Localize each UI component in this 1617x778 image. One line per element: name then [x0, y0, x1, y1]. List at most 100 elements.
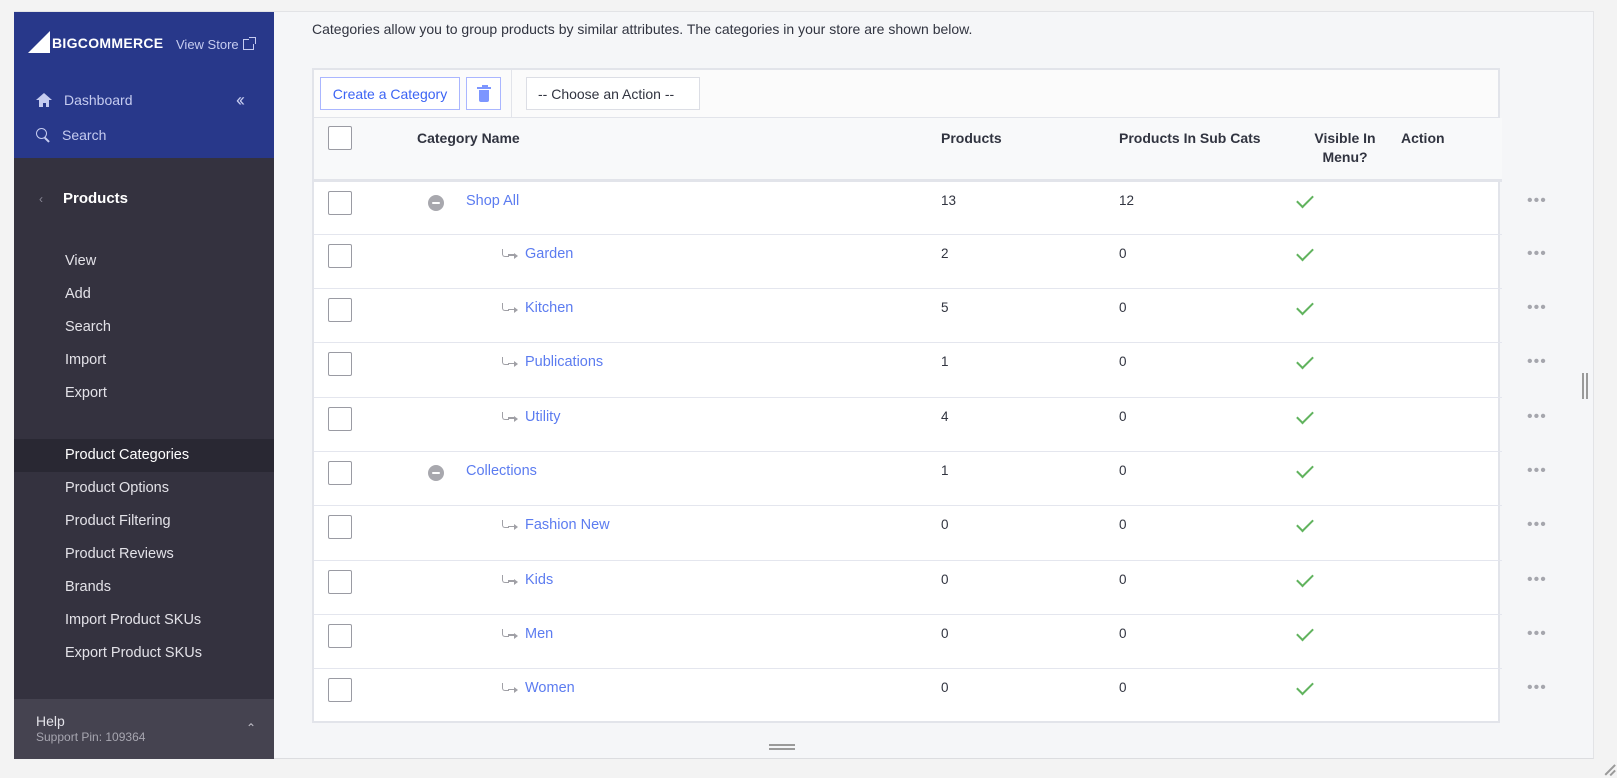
products-count: 0: [941, 517, 949, 533]
visible-check-icon[interactable]: [1296, 677, 1314, 696]
resize-grip-icon[interactable]: [1601, 762, 1615, 776]
toolbar-divider: [511, 70, 512, 118]
view-store-link[interactable]: View Store: [176, 37, 256, 52]
submenu-item-product-filtering[interactable]: Product Filtering: [14, 505, 274, 538]
table-row: Garden 2 0 •••: [314, 234, 1546, 289]
choose-action-select[interactable]: -- Choose an Action --: [526, 77, 700, 110]
visible-check-icon[interactable]: [1296, 190, 1314, 208]
categories-panel: Create a Category -- Choose an Action --: [312, 68, 1546, 723]
submenu-item-export-skus[interactable]: Export Product SKUs: [14, 637, 274, 670]
collapse-sidebar-icon[interactable]: ‹‹: [236, 90, 245, 111]
submenu-item-product-reviews[interactable]: Product Reviews: [14, 538, 274, 571]
submenu-item-brands[interactable]: Brands: [14, 571, 274, 604]
external-link-icon: [242, 37, 256, 50]
visible-check-icon[interactable]: [1296, 297, 1314, 316]
col-header-category-name[interactable]: Category Name: [417, 118, 941, 180]
subcategory-arrow-icon: [501, 517, 518, 531]
sub-cats-count: 12: [1119, 192, 1135, 208]
row-checkbox[interactable]: [328, 678, 352, 703]
trash-icon: [477, 85, 491, 102]
products-count: 0: [941, 680, 949, 696]
delete-button[interactable]: [466, 77, 501, 110]
category-name-link[interactable]: Publications: [525, 354, 603, 370]
table-row: Collections 1 0 •••: [314, 451, 1546, 506]
category-name-link[interactable]: Utility: [525, 409, 560, 425]
home-icon: [36, 93, 52, 107]
row-checkbox[interactable]: [328, 460, 352, 485]
col-header-products[interactable]: Products: [941, 118, 1119, 180]
row-checkbox[interactable]: [328, 569, 352, 594]
sub-cats-count: 0: [1119, 517, 1127, 533]
category-name-link[interactable]: Kitchen: [525, 300, 573, 316]
visible-check-icon[interactable]: [1296, 352, 1314, 370]
search-icon: [36, 128, 50, 142]
select-all-checkbox[interactable]: [328, 126, 352, 150]
table-row: Kitchen 5 0 •••: [314, 289, 1546, 343]
visible-check-icon[interactable]: [1296, 569, 1314, 587]
visible-check-icon[interactable]: [1296, 460, 1314, 479]
support-pin: Support Pin: 109364: [36, 730, 146, 744]
main-content: Categories allow you to group products b…: [274, 12, 1593, 758]
col-header-action: Action: [1401, 130, 1445, 146]
category-name-link[interactable]: Fashion New: [525, 517, 610, 533]
sub-cats-count: 0: [1119, 300, 1127, 316]
category-name-link[interactable]: Women: [525, 680, 575, 696]
products-count: 1: [941, 354, 949, 370]
sub-cats-count: 0: [1119, 625, 1127, 641]
submenu-item-add[interactable]: Add: [14, 278, 274, 311]
visible-check-icon[interactable]: [1296, 514, 1314, 533]
products-count: 5: [941, 300, 949, 316]
submenu-item-product-options[interactable]: Product Options: [14, 472, 274, 505]
row-checkbox[interactable]: [328, 298, 352, 323]
category-name-link[interactable]: Kids: [525, 572, 553, 588]
collapse-minus-icon[interactable]: [428, 194, 444, 211]
submenu-item-search[interactable]: Search: [14, 311, 274, 344]
chevron-up-icon: ⌃: [245, 721, 256, 735]
submenu-item-export[interactable]: Export: [14, 377, 274, 410]
row-checkbox[interactable]: [328, 515, 352, 540]
nav-search[interactable]: Search: [36, 127, 106, 143]
table-row: Utility 4 0 •••: [314, 397, 1546, 452]
row-checkbox[interactable]: [328, 352, 352, 377]
chevron-left-icon: ‹: [39, 191, 43, 206]
bigcommerce-logo[interactable]: BIGCOMMERCE: [28, 31, 163, 53]
sub-cats-count: 0: [1119, 354, 1127, 370]
submenu-item-import-skus[interactable]: Import Product SKUs: [14, 604, 274, 637]
visible-check-icon[interactable]: [1296, 623, 1314, 642]
category-name-link[interactable]: Shop All: [466, 193, 519, 209]
submenu-item-product-categories[interactable]: Product Categories: [14, 439, 274, 472]
table-row: Kids 0 0 •••: [314, 560, 1546, 615]
help-label: Help: [36, 713, 65, 729]
logo-commerce: COMMERCE: [77, 35, 164, 51]
row-checkbox[interactable]: [328, 406, 352, 431]
visible-check-icon[interactable]: [1296, 243, 1314, 262]
row-checkbox[interactable]: [328, 190, 352, 215]
table-row: Women 0 0 •••: [314, 669, 1546, 723]
visible-check-icon[interactable]: [1296, 406, 1314, 425]
nav-dashboard-label: Dashboard: [64, 92, 133, 108]
category-name-link[interactable]: Collections: [466, 463, 537, 479]
view-store-label: View Store: [176, 37, 239, 52]
create-category-button[interactable]: Create a Category: [320, 77, 460, 110]
section-title: Products: [63, 190, 129, 207]
col-header-visible-in-menu[interactable]: Visible In Menu?: [1289, 118, 1401, 180]
category-name-link[interactable]: Men: [525, 626, 553, 642]
category-name-link[interactable]: Garden: [525, 246, 573, 262]
submenu-item-import[interactable]: Import: [14, 344, 274, 377]
submenu-item-view[interactable]: View: [14, 245, 274, 278]
products-back-button[interactable]: ‹ Products: [39, 190, 128, 207]
table-row: Men 0 0 •••: [314, 614, 1546, 669]
row-checkbox[interactable]: [328, 243, 352, 268]
row-checkbox[interactable]: [328, 623, 352, 648]
collapse-minus-icon[interactable]: [428, 464, 444, 481]
sub-cats-count: 0: [1119, 571, 1127, 587]
vertical-resize-handle[interactable]: [1582, 373, 1588, 399]
sub-cats-count: 0: [1119, 462, 1127, 478]
toolbar: Create a Category -- Choose an Action --: [314, 70, 1498, 118]
help-section[interactable]: Help Support Pin: 109364 ⌃: [14, 699, 274, 759]
products-count: 2: [941, 245, 949, 261]
nav-dashboard[interactable]: Dashboard: [36, 92, 133, 108]
table-row: Fashion New 0 0 •••: [314, 506, 1546, 561]
horizontal-resize-handle[interactable]: [769, 744, 795, 750]
col-header-products-in-sub-cats[interactable]: Products In Sub Cats: [1119, 118, 1289, 180]
